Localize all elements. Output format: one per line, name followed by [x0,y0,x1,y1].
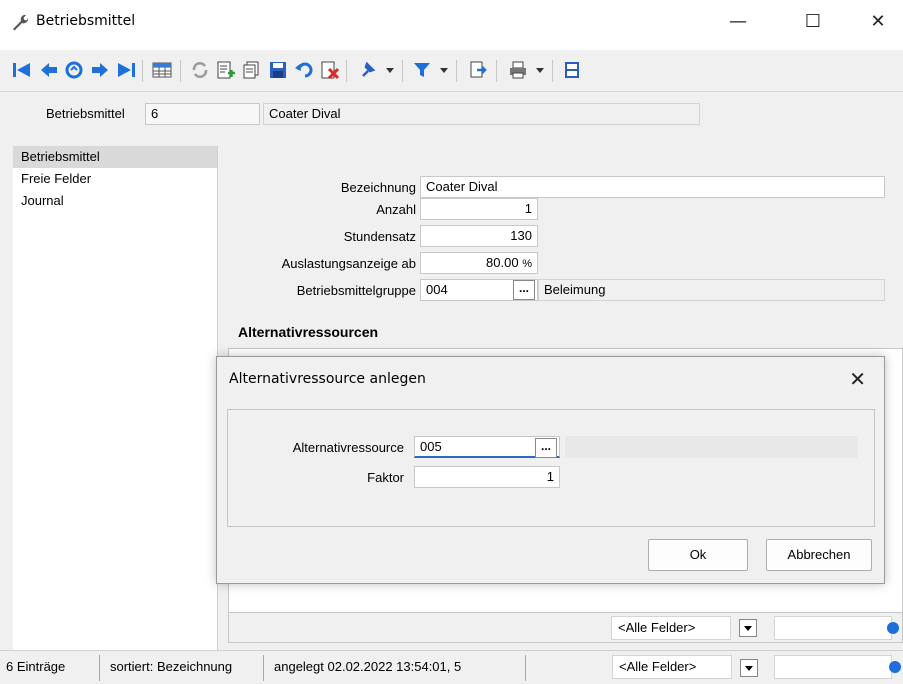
toolbar [0,50,903,92]
alternatives-filter-text[interactable] [774,616,892,640]
nav-item-journal[interactable]: Journal [13,190,217,212]
percent-unit: % [522,258,532,270]
last-record-icon[interactable] [114,58,138,82]
alternatives-filter-dropdown-icon[interactable] [739,619,757,637]
pin-dropdown-icon[interactable] [386,68,394,73]
stundensatz-field[interactable]: 130 [420,225,538,247]
status-filter-dropdown-icon[interactable] [740,659,758,677]
faktor-label: Faktor [367,470,404,485]
auslastung-label: Auslastungsanzeige ab [281,256,416,271]
title-bar: Betriebsmittel — ☐ ✕ [0,0,903,44]
minimize-button[interactable]: — [723,10,753,34]
copy-record-icon[interactable] [240,58,264,82]
bezeichnung-field[interactable]: Coater Dival [420,176,885,198]
filter-dropdown-icon[interactable] [440,68,448,73]
gruppe-label: Betriebsmittelgruppe [296,283,416,298]
status-sort: sortiert: Bezeichnung [104,655,264,681]
first-record-icon[interactable] [10,58,34,82]
delete-icon[interactable] [318,58,342,82]
table-view-icon[interactable] [150,58,174,82]
search-icon[interactable] [62,58,86,82]
gruppe-browse-button[interactable]: ... [513,280,535,300]
header-name-field: Coater Dival [263,103,700,125]
alternativressource-dialog: Alternativressource anlegen ✕ Alternativ… [216,356,885,584]
search-globe-icon[interactable] [887,622,899,634]
close-window-button[interactable]: ✕ [863,10,893,34]
undo-icon[interactable] [292,58,316,82]
ressource-browse-button[interactable]: ... [535,438,557,458]
status-filter-text[interactable] [774,655,892,679]
refresh-icon[interactable] [188,58,212,82]
header-id-label: Betriebsmittel [46,106,125,121]
dialog-close-button[interactable]: ✕ [849,367,866,391]
wrench-icon [10,12,30,32]
pin-icon[interactable] [356,58,380,82]
status-filter-combo[interactable]: <Alle Felder> [612,655,732,679]
ressource-label: Alternativressource [292,440,404,455]
cancel-button[interactable]: Abbrechen [766,539,872,571]
nav-item-betriebsmittel[interactable]: Betriebsmittel [13,146,217,168]
ressource-name-field [565,436,858,458]
faktor-field[interactable]: 1 [414,466,560,488]
status-created: angelegt 02.02.2022 13:54:01, 5 [268,655,526,681]
status-count: 6 Einträge [0,655,100,681]
maximize-button[interactable]: ☐ [798,10,828,34]
filter-icon[interactable] [410,58,434,82]
alternatives-filter-bar: <Alle Felder> [228,613,903,643]
properties-icon[interactable] [560,58,584,82]
ok-button[interactable]: Ok [648,539,748,571]
print-dropdown-icon[interactable] [536,68,544,73]
previous-record-icon[interactable] [37,58,61,82]
status-bar: 6 Einträge sortiert: Bezeichnung angeleg… [0,650,903,684]
alternatives-title: Alternativressourcen [238,324,379,340]
navigation-list: Betriebsmittel Freie Felder Journal [13,146,218,650]
new-record-icon[interactable] [214,58,238,82]
bezeichnung-label: Bezeichnung [340,180,416,195]
nav-item-freie-felder[interactable]: Freie Felder [13,168,217,190]
dialog-panel: Alternativressource 005 ... Faktor 1 [227,409,875,527]
stundensatz-label: Stundensatz [343,229,416,244]
status-search-globe-icon[interactable] [889,661,901,673]
gruppe-name-field: Beleimung [538,279,885,301]
alternatives-filter-combo[interactable]: <Alle Felder> [611,616,731,640]
header-id-field[interactable]: 6 [145,103,260,125]
window-title: Betriebsmittel [36,13,136,29]
auslastung-value: 80.00 [486,255,519,270]
anzahl-field[interactable]: 1 [420,198,538,220]
next-record-icon[interactable] [88,58,112,82]
auslastung-field[interactable]: 80.00 % [420,252,538,274]
export-icon[interactable] [466,58,490,82]
anzahl-label: Anzahl [376,202,416,217]
print-icon[interactable] [506,58,530,82]
save-icon[interactable] [266,58,290,82]
dialog-title: Alternativressource anlegen [229,371,426,387]
